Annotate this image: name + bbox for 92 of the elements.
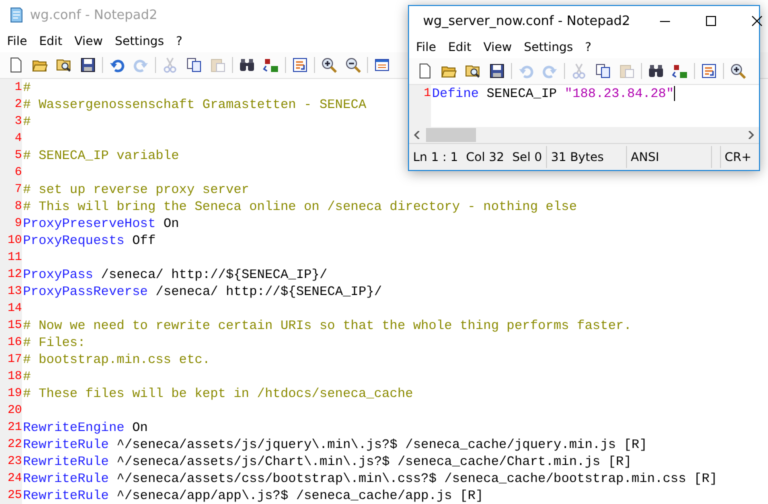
zoom-in-icon[interactable]: [321, 57, 337, 73]
menu-item[interactable]: Edit: [442, 38, 478, 56]
line-number: 17: [0, 351, 22, 368]
binoculars-icon[interactable]: [239, 57, 255, 73]
text-cursor: [674, 86, 675, 101]
line-number: 25: [0, 487, 22, 504]
line-number: 12: [0, 266, 22, 283]
menu-item[interactable]: Settings: [518, 38, 580, 56]
code-line: ProxyRequests Off: [22, 232, 156, 249]
menu-item[interactable]: Settings: [108, 32, 170, 50]
menu-item[interactable]: View: [68, 32, 109, 50]
zoom-in-icon[interactable]: [730, 63, 746, 79]
save-icon[interactable]: [80, 57, 96, 73]
code-line: # SENECA_IP variable: [22, 147, 180, 164]
menu-item[interactable]: ?: [579, 38, 598, 56]
replace-text-icon[interactable]: [672, 63, 688, 79]
line-number: 11: [0, 249, 22, 266]
code-line: RewriteRule ^/seneca/app/app\.js?$ /seneca_cache/app.js [R]: [22, 487, 484, 504]
new-file-icon[interactable]: [417, 63, 433, 79]
code-line: RewriteRule ^/seneca/assets/css/bootstrap\.min\.css?$ /seneca_cache/bootstrap.min.css [R]: [22, 470, 718, 487]
line-number: 15: [0, 317, 22, 334]
line-number: 21: [0, 419, 22, 436]
code-line: # bootstrap.min.css etc.: [22, 351, 210, 368]
code-line: #: [22, 368, 31, 385]
line-number: 24: [0, 470, 22, 487]
folder-magnifier-icon[interactable]: [465, 63, 481, 79]
menu-item[interactable]: ?: [170, 32, 188, 50]
scroll-left-icon[interactable]: [413, 131, 421, 139]
code-line: #: [22, 113, 31, 130]
code-line: # Wassergenossenschaft Gramastetten - SENECA: [22, 96, 366, 113]
code-line: # This will bring the Seneca online on /seneca directory - nothing else: [22, 198, 577, 215]
line-number: 5: [0, 147, 22, 164]
line-number: 23: [0, 453, 22, 470]
line-number: 7: [0, 181, 22, 198]
line-number: 13: [0, 283, 22, 300]
code-line: #: [22, 79, 31, 96]
new-file-icon[interactable]: [8, 57, 24, 73]
maximize-icon[interactable]: [706, 16, 716, 26]
line-number: 19: [0, 385, 22, 402]
copy-icon[interactable]: [186, 57, 202, 73]
code-line: # These files will be kept in /htdocs/seneca_cache: [22, 385, 414, 402]
wrap-icon[interactable]: [701, 63, 717, 79]
folder-magnifier-icon[interactable]: [56, 57, 72, 73]
menu-item[interactable]: File: [410, 38, 442, 56]
close-icon[interactable]: [752, 16, 762, 26]
code-line: # set up reverse proxy server: [22, 181, 250, 198]
notepad-icon: [8, 7, 24, 23]
line-number: 10: [0, 232, 22, 249]
code-line: ProxyPassReverse /seneca/ http://${SENECA_IP}/: [22, 283, 382, 300]
horizontal-scrollbar[interactable]: [409, 127, 759, 143]
undo-icon[interactable]: [109, 57, 125, 73]
code-line: RewriteRule ^/seneca/assets/js/Chart\.min\.js?$ /seneca_cache/Chart.min.js [R]: [22, 453, 632, 470]
menu-item[interactable]: Edit: [33, 32, 68, 50]
binoculars-icon[interactable]: [648, 63, 664, 79]
copy-icon[interactable]: [595, 63, 611, 79]
window-title: wg.conf - Notepad2: [30, 8, 158, 22]
wrap-icon[interactable]: [292, 57, 308, 73]
scroll-thumb[interactable]: [426, 128, 476, 142]
status-text: Ln 1 : 1: [413, 150, 458, 164]
line-number: 6: [0, 164, 22, 181]
code-line: ProxyPass /seneca/ http://${SENECA_IP}/: [22, 266, 328, 283]
window-title: wg_server_now.conf - Notepad2: [423, 14, 630, 28]
code-line: RewriteEngine On: [22, 419, 148, 436]
code-line: RewriteRule ^/seneca/assets/js/jquery\.min\.js?$ /seneca_cache/jquery.min.js [R]: [22, 436, 648, 453]
scroll-right-icon[interactable]: [747, 131, 755, 139]
line-number: 9: [0, 215, 22, 232]
line-number: 3: [0, 113, 22, 130]
status-text: Sel 0: [512, 150, 542, 164]
code-line: # Files:: [22, 334, 86, 351]
replace-text-icon[interactable]: [263, 57, 279, 73]
line-number: 14: [0, 300, 22, 317]
code-line: Define SENECA_IP "188.23.84.28": [431, 85, 674, 102]
line-number: 1: [0, 79, 22, 96]
status-text: 31 Bytes: [550, 150, 604, 164]
line-number: 1: [409, 85, 431, 102]
line-number: 8: [0, 198, 22, 215]
line-number: 20: [0, 402, 22, 419]
line-number: 18: [0, 368, 22, 385]
zoom-out-icon[interactable]: [345, 57, 361, 73]
menu-item[interactable]: File: [1, 32, 34, 50]
code-line: ProxyPreserveHost On: [22, 215, 180, 232]
code-line: # Now we need to rewrite certain URIs so that the whole thing performs faster.: [22, 317, 632, 334]
line-number: 22: [0, 436, 22, 453]
window-icon[interactable]: [374, 57, 390, 73]
line-number: 16: [0, 334, 22, 351]
menu-item[interactable]: View: [477, 38, 518, 56]
save-icon[interactable]: [489, 63, 505, 79]
status-text: ANSI: [630, 150, 660, 164]
status-text: CR+: [724, 150, 752, 164]
line-number: 4: [0, 130, 22, 147]
line-number: 2: [0, 96, 22, 113]
status-text: Col 32: [466, 150, 504, 164]
